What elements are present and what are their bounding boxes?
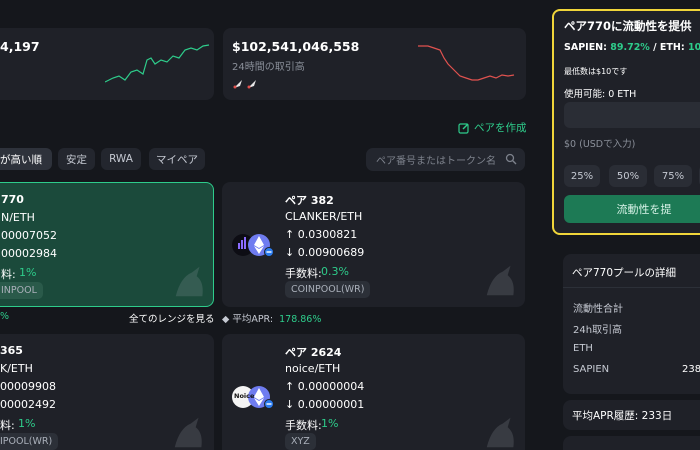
pair-price-up: 00009908 [0,380,56,393]
pool-badge: INPOOL [0,282,43,299]
pair-title: ペア 2624 [285,346,342,359]
create-pair-label: ペアを作成 [474,122,527,134]
pair-fee-value: 1% [19,266,37,279]
stat-value: 4,197 [0,39,40,54]
create-pair-link[interactable]: ペアを作成 [458,120,527,135]
pair-price-up: ↑ 0.00000004 [285,380,365,393]
pair-title: 770 [1,193,24,206]
detail-row-liquidity: 流動性合計 [573,304,623,315]
volume-value: $102,541,046,558 [232,39,360,54]
filter-chip-stable[interactable]: 安定 [58,148,95,170]
percent-50-button[interactable]: 50% [609,165,647,187]
pool-badge: IPOOL(WR) [0,433,59,450]
pair-fee-label: 手数料: [285,267,322,280]
search-icon [505,153,517,165]
available-balance: 使用可能: 0 ETH [564,89,637,100]
pool-badge: COINPOOL(WR) [285,281,371,298]
sparkline-chart-red [418,45,515,81]
unicorn-watermark-icon [486,265,514,296]
sapien-value: 238 [682,364,700,375]
noice-logo-text: Noice [234,392,255,400]
pair-card-770[interactable]: 770 N/ETH 00007052 00002984 料: 1% INPOOL [0,182,214,307]
percent-25-button[interactable]: 25% [564,165,600,187]
sparkline-chart-green [105,44,210,83]
pool-badge: XYZ [285,433,316,450]
apr-value: 178.86% [279,314,322,325]
unicorn-watermark-icon [175,266,203,297]
volume-label: 24時間の取引高 [232,62,305,73]
pair-price-up: 00007052 [1,229,57,242]
rocket-icons [232,78,258,90]
pair-card-382[interactable]: ペア 382 CLANKER/ETH ↑ 0.0300821 ↓ 0.00900… [222,182,525,307]
apr-row-382: ◆ 平均APR: 178.86% [222,311,321,325]
rocket-icon [233,80,242,89]
pair-fee-label: 料: [1,268,16,281]
apr-row-770: % [0,311,9,322]
add-liquidity-button[interactable]: 流動性を提 [564,195,700,223]
add-liquidity-panel: ペア770に流動性を提供 SAPIEN: 89.72% / ETH: 10.28… [552,9,700,235]
usd-input-hint: $0 (USDで入力) [564,139,636,150]
pair-fee-value: 1% [18,417,36,430]
search-input[interactable]: ペア番号またはトークン名 [366,148,525,171]
pool-details-title: ペア770プールの詳細 [572,267,677,279]
filter-chip-rwa[interactable]: RWA [101,148,141,170]
apr-label: ◆ 平均APR: [222,314,274,325]
pair-price-down: 00002984 [1,247,57,260]
edit-icon [458,122,469,134]
filter-chip-apr-high[interactable]: が高い順 [0,148,52,170]
pair-fee-value: 0.3% [321,265,349,278]
percent-75-button[interactable]: 75% [654,165,692,187]
pool-details-card: ペア770プールの詳細 流動性合計 24h取引高 ETH SAPIEN 238 [563,254,700,394]
apr-history-card: 平均APR履歴: 233日 [563,400,700,430]
pair-price-up: ↑ 0.0300821 [285,228,358,241]
pair-fee-label: 手数料: [285,419,322,432]
filter-chip-my-pairs[interactable]: マイペア [149,148,205,170]
pair-fee-label: 料: [0,419,15,432]
pair-card-2624[interactable]: Noice ペア 2624 noice/ETH ↑ 0.00000004 ↓ 0… [222,334,525,450]
detail-row-volume: 24h取引高 [573,325,623,336]
amount-input[interactable] [564,102,700,128]
rocket-icon [247,80,256,89]
pair-price-down: ↓ 0.00900689 [285,246,365,259]
pair-card-365[interactable]: 365 K/ETH 00009908 00002492 料: 1% IPOOL(… [0,334,214,450]
min-amount-note: 最低数は$10です [564,67,628,76]
pair-tokens: CLANKER/ETH [285,210,363,223]
bottom-card [563,436,700,450]
pair-price-down: ↓ 0.00000001 [285,398,365,411]
pair-tokens: N/ETH [1,211,35,224]
pair-tokens: K/ETH [0,362,33,375]
pair-tokens: noice/ETH [285,362,341,375]
stat-card-tvl: 4,197 [0,28,214,100]
divider [563,287,700,288]
token-pair-logo-icon [232,234,274,257]
stat-card-volume: $102,541,046,558 24時間の取引高 [223,28,526,100]
pair-price-down: 00002492 [0,398,56,411]
panel-title: ペア770に流動性を提供 [564,19,692,33]
detail-row-eth: ETH [573,343,593,354]
apr-value: % [0,311,10,322]
token-ratio: SAPIEN: 89.72% / ETH: 10.28% [564,42,700,53]
pair-fee-value: 1% [321,417,339,430]
apr-history-title: 平均APR履歴: 233日 [572,410,673,422]
unicorn-watermark-icon [174,417,202,448]
detail-row-sapien: SAPIEN [573,364,610,375]
unicorn-watermark-icon [486,417,514,448]
pair-title: 365 [0,344,23,357]
pair-title: ペア 382 [285,194,334,207]
view-all-ranges-link[interactable]: 全てのレンジを見る [129,311,215,325]
